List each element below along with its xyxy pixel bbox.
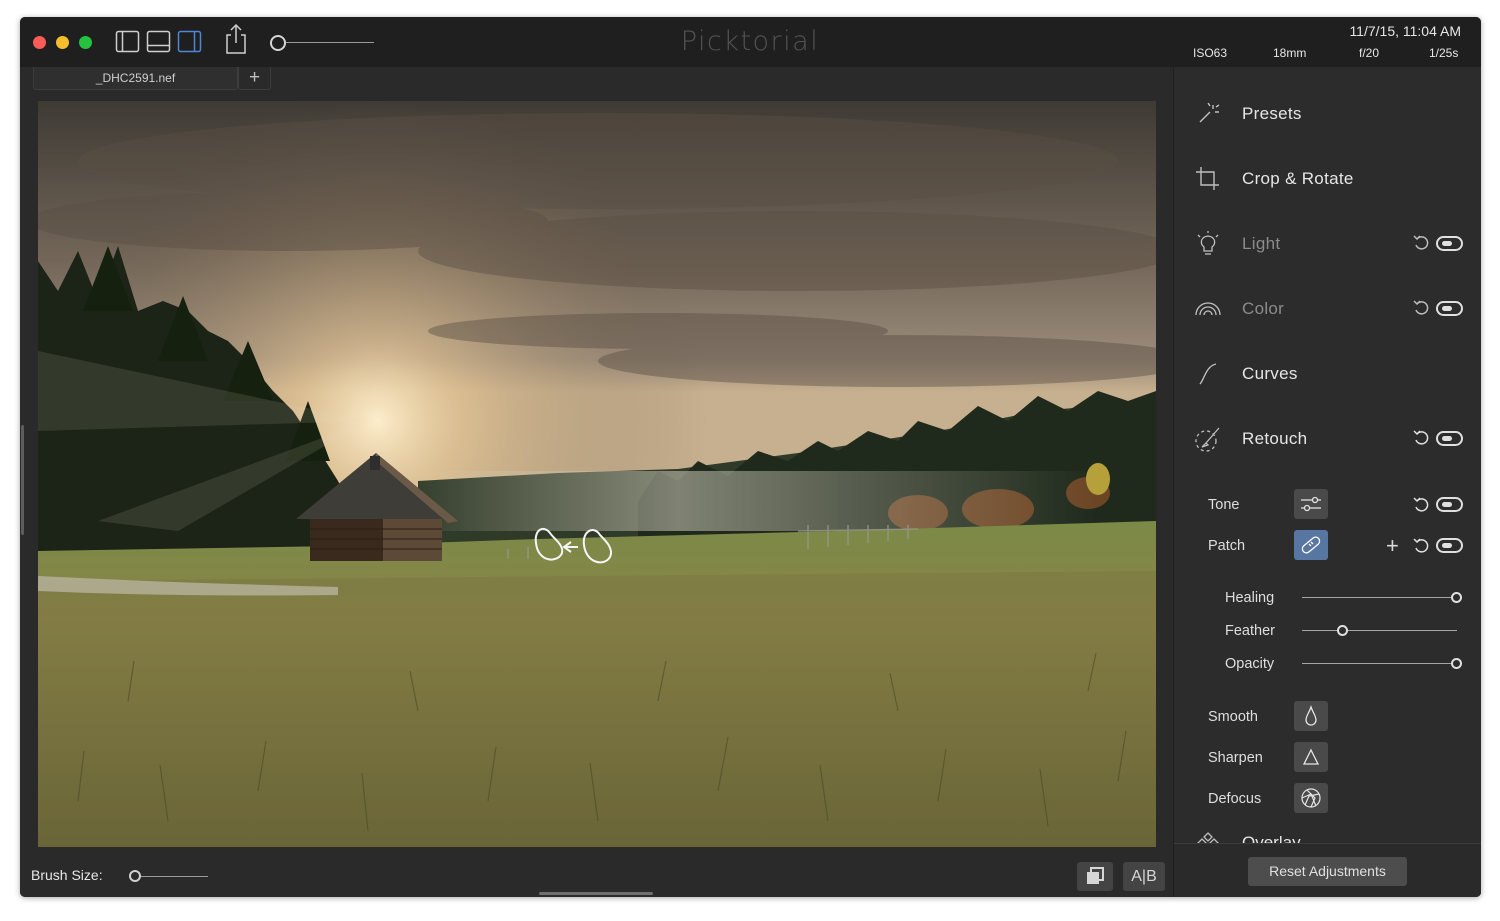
panel-footer: Reset Adjustments — [1174, 843, 1481, 897]
reset-color-icon[interactable] — [1412, 298, 1430, 316]
opacity-slider-track[interactable] — [1302, 663, 1457, 664]
healing-slider-knob[interactable] — [1451, 592, 1462, 603]
reset-tone-icon[interactable] — [1412, 495, 1430, 513]
presets-label: Presets — [1242, 104, 1302, 123]
iso-value: ISO63 — [1193, 46, 1228, 60]
smooth-tool-button[interactable] — [1294, 701, 1328, 731]
color-section[interactable]: Color — [1174, 289, 1481, 329]
feather-slider-knob[interactable] — [1337, 625, 1348, 636]
minimize-window-button[interactable] — [56, 36, 69, 49]
right-sidebar-icon — [177, 30, 202, 53]
defocus-label: Defocus — [1208, 791, 1262, 807]
landscape-photo — [38, 101, 1156, 847]
patch-label: Patch — [1208, 538, 1246, 554]
app-title: Picktorial — [680, 26, 820, 57]
color-label: Color — [1242, 299, 1285, 318]
copy-layers-icon — [1087, 867, 1104, 884]
retouch-label: Retouch — [1242, 429, 1308, 448]
light-label: Light — [1242, 234, 1281, 253]
color-toggle[interactable] — [1436, 301, 1463, 316]
show-right-sidebar-button[interactable] — [177, 30, 202, 53]
triangle-icon — [1302, 748, 1320, 765]
reset-light-icon[interactable] — [1412, 233, 1430, 251]
curves-section[interactable]: Curves — [1174, 354, 1481, 394]
defocus-tool-button[interactable] — [1294, 783, 1328, 813]
crop-rotate-section[interactable]: Crop & Rotate — [1174, 159, 1481, 199]
feather-label: Feather — [1225, 623, 1275, 639]
light-section[interactable]: Light — [1174, 224, 1481, 264]
shutter-speed-value: 1/25s — [1429, 46, 1459, 60]
light-bulb-icon — [1197, 231, 1219, 255]
tone-toggle[interactable] — [1436, 497, 1463, 512]
feather-slider-track[interactable] — [1302, 630, 1457, 631]
add-patch-icon[interactable]: + — [1386, 535, 1399, 557]
show-original-button[interactable] — [1077, 862, 1113, 891]
close-window-button[interactable] — [33, 36, 46, 49]
tone-tool-button[interactable] — [1294, 489, 1328, 519]
aperture-value: f/20 — [1359, 46, 1380, 60]
zoom-slider-track[interactable] — [286, 42, 374, 43]
tone-label: Tone — [1208, 497, 1240, 513]
crop-rotate-label: Crop & Rotate — [1242, 169, 1354, 188]
adjustments-panel: Presets Crop & Rotate Light Color Curves… — [1173, 67, 1481, 897]
show-bottom-bar-button[interactable] — [146, 30, 171, 53]
bottom-toolbar: Brush Size: A|B — [20, 847, 1173, 897]
smooth-label: Smooth — [1208, 709, 1258, 725]
focal-length-value: 18mm — [1273, 46, 1307, 60]
sharpen-label: Sharpen — [1208, 750, 1263, 766]
overlay-section[interactable]: Overlay — [1174, 829, 1481, 843]
retouch-brush-icon — [1195, 427, 1220, 452]
photo-canvas[interactable] — [38, 101, 1156, 847]
retouch-toggle[interactable] — [1436, 431, 1463, 446]
aperture-icon — [1301, 788, 1321, 808]
document-tab-bar: _DHC2591.nef + — [20, 67, 1173, 101]
patch-tool-button[interactable] — [1294, 530, 1328, 560]
file-tab[interactable]: _DHC2591.nef — [33, 67, 238, 90]
curve-icon — [1199, 363, 1217, 385]
brush-size-label: Brush Size: — [31, 867, 103, 883]
sharpen-tool-button[interactable] — [1294, 742, 1328, 772]
left-panel-resize-handle[interactable] — [21, 425, 24, 535]
drop-icon — [1305, 704, 1317, 726]
reset-adjustments-button[interactable]: Reset Adjustments — [1248, 857, 1407, 886]
filmstrip-handle[interactable] — [539, 892, 653, 895]
share-icon — [226, 23, 246, 54]
left-sidebar-icon — [115, 30, 140, 53]
crop-icon — [1196, 167, 1219, 190]
ab-compare-button[interactable]: A|B — [1123, 862, 1165, 891]
rainbow-icon — [1195, 302, 1221, 316]
share-button[interactable] — [223, 23, 248, 55]
opacity-slider-knob[interactable] — [1451, 658, 1462, 669]
app-window: Picktorial 11/7/15, 11:04 AM ISO63 18mm … — [20, 17, 1481, 897]
show-left-sidebar-button[interactable] — [115, 30, 140, 53]
bottom-bar-icon — [146, 30, 171, 53]
light-toggle[interactable] — [1436, 236, 1463, 251]
add-tab-button[interactable]: + — [238, 67, 271, 90]
brush-size-slider-track[interactable] — [138, 876, 208, 877]
photo-date: 11/7/15, 11:04 AM — [1349, 23, 1461, 39]
opacity-label: Opacity — [1225, 656, 1275, 672]
title-bar: Picktorial 11/7/15, 11:04 AM ISO63 18mm … — [20, 17, 1481, 67]
reset-patch-icon[interactable] — [1412, 536, 1430, 554]
zoom-slider-knob[interactable] — [270, 35, 286, 51]
healing-slider-track[interactable] — [1302, 597, 1457, 598]
curves-label: Curves — [1242, 364, 1298, 383]
sliders-icon — [1301, 496, 1321, 512]
retouch-section[interactable]: Retouch — [1174, 419, 1481, 459]
overlay-icon — [1197, 832, 1219, 843]
patch-toggle[interactable] — [1436, 538, 1463, 553]
bandage-icon — [1301, 536, 1321, 554]
presets-section[interactable]: Presets — [1174, 94, 1481, 134]
healing-label: Healing — [1225, 590, 1275, 606]
magic-wand-icon — [1199, 102, 1220, 123]
zoom-window-button[interactable] — [79, 36, 92, 49]
overlay-label: Overlay — [1242, 833, 1301, 843]
reset-retouch-icon[interactable] — [1412, 428, 1430, 446]
brush-size-slider-knob[interactable] — [129, 870, 141, 882]
